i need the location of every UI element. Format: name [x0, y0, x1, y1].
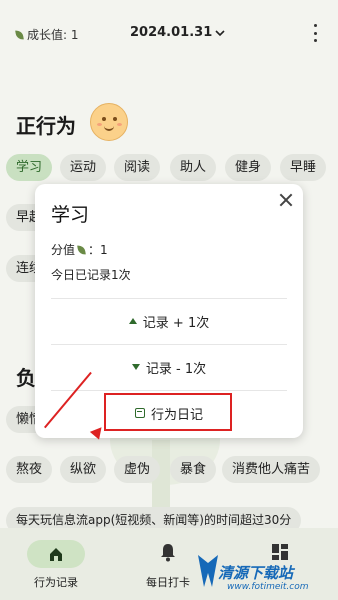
positive-section-title: 正行为 — [16, 114, 76, 138]
nav-item-behavior-record[interactable]: 行为记录 — [0, 528, 112, 600]
growth-label: 成长值: 1 — [27, 28, 79, 42]
record-plus-button[interactable]: 记录 + 1次 — [35, 299, 303, 343]
bell-icon — [161, 544, 175, 562]
more-vert-icon[interactable] — [309, 24, 321, 42]
record-minus-button[interactable]: 记录 - 1次 — [35, 345, 303, 389]
chip-positive-0[interactable]: 学习 — [6, 154, 53, 181]
dashboard-icon — [272, 544, 288, 560]
leaf-icon — [77, 243, 86, 256]
highlight-box — [104, 393, 232, 431]
chip-positive-1[interactable]: 运动 — [60, 154, 107, 181]
close-icon[interactable] — [279, 193, 293, 207]
chip-negative-4[interactable]: 消费他人痛苦 — [222, 456, 321, 483]
smiley-icon — [90, 103, 128, 141]
chip-positive-3[interactable]: 助人 — [170, 154, 217, 181]
record-minus-label: 记录 - 1次 — [145, 361, 207, 377]
nav-label: 行为记录 — [34, 576, 78, 589]
chip-negative-0[interactable]: 熬夜 — [6, 456, 53, 483]
chip-negative-3[interactable]: 暴食 — [170, 456, 217, 483]
score-label: 分值 — [51, 243, 76, 257]
watermark-url: www.fotimeit.com — [227, 582, 309, 592]
leaf-icon — [15, 28, 24, 41]
growth-value: 成长值: 1 — [15, 26, 79, 43]
chip-negative-2[interactable]: 虚伪 — [114, 456, 161, 483]
chip-positive-5[interactable]: 早睡 — [280, 154, 327, 181]
triangle-down-icon — [131, 364, 140, 370]
triangle-up-icon — [128, 318, 137, 324]
dialog-score: 分值 ：1 — [51, 241, 108, 258]
date-selector[interactable]: 2024.01.31 — [130, 25, 225, 40]
record-plus-label: 记录 + 1次 — [142, 315, 210, 331]
negative-section-title: 负 — [16, 366, 36, 390]
watermark-text: 清源下载站 — [218, 564, 294, 582]
dialog-today-count: 今日已记录1次 — [51, 268, 131, 282]
dialog-title: 学习 — [51, 204, 90, 226]
score-value: ：1 — [88, 243, 108, 257]
home-icon — [50, 548, 62, 561]
chevron-down-icon — [215, 29, 225, 36]
chip-positive-4[interactable]: 健身 — [225, 154, 272, 181]
chip-positive-2[interactable]: 阅读 — [114, 154, 161, 181]
chip-negative-1[interactable]: 纵欲 — [60, 456, 107, 483]
watermark-logo — [198, 555, 218, 587]
date-text: 2024.01.31 — [130, 25, 213, 40]
